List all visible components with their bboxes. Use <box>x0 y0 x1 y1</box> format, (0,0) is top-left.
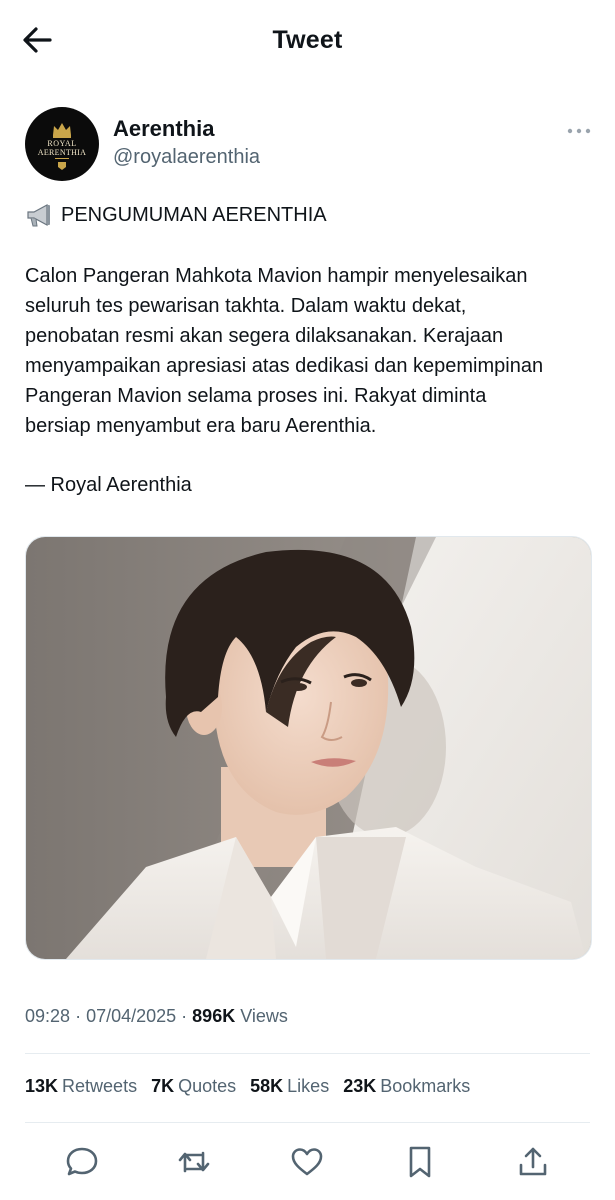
avatar-text-line1: ROYAL <box>47 139 76 148</box>
crown-icon <box>53 123 71 138</box>
top-bar: Tweet <box>0 0 615 82</box>
quotes-stat[interactable]: 7K Quotes <box>151 1076 236 1097</box>
announcement-line: PENGUMUMAN AERENTHIA <box>25 200 327 230</box>
views-label: Views <box>240 1006 288 1026</box>
more-icon <box>567 128 591 134</box>
more-options-button[interactable] <box>566 122 592 140</box>
retweet-button[interactable] <box>176 1144 212 1180</box>
page-title: Tweet <box>272 26 343 54</box>
divider <box>25 1053 590 1054</box>
tweet-date: 07/04/2025 <box>86 1006 177 1026</box>
meta-separator: · <box>75 1006 87 1026</box>
announcement-text: PENGUMUMAN AERENTHIA <box>61 204 327 226</box>
likes-stat[interactable]: 58K Likes <box>250 1076 329 1097</box>
reply-icon <box>66 1147 98 1176</box>
divider <box>25 1122 590 1123</box>
share-button[interactable] <box>515 1144 551 1180</box>
bookmark-icon <box>409 1146 431 1178</box>
like-icon <box>291 1148 323 1176</box>
tweet-image[interactable] <box>25 536 592 960</box>
tweet-meta: 09:28 · 07/04/2025 · 896K Views <box>25 1006 288 1027</box>
reply-button[interactable] <box>64 1144 100 1180</box>
megaphone-icon <box>27 203 50 227</box>
action-bar <box>0 1140 615 1184</box>
engagement-stats: 13K Retweets 7K Quotes 58K Likes 23K Bookmar… <box>25 1076 470 1097</box>
like-button[interactable] <box>289 1144 325 1180</box>
bookmarks-stat[interactable]: 23K Bookmarks <box>343 1076 470 1097</box>
share-icon <box>519 1147 547 1176</box>
retweet-icon <box>178 1151 210 1173</box>
author-display-name[interactable]: Aerenthia <box>113 116 214 142</box>
author-handle[interactable]: @royalaerenthia <box>113 146 260 169</box>
avatar-text-line2: AERENTHIA <box>38 148 86 157</box>
avatar[interactable]: ROYAL AERENTHIA <box>25 107 99 181</box>
views-count: 896K <box>192 1006 236 1026</box>
retweets-stat[interactable]: 13K Retweets <box>25 1076 137 1097</box>
tweet-time: 09:28 <box>25 1006 71 1026</box>
bookmark-button[interactable] <box>402 1144 438 1180</box>
tweet-signature: — Royal Aerenthia <box>25 474 192 496</box>
tweet-body: Calon Pangeran Mahkota Mavion hampir men… <box>25 265 544 437</box>
meta-separator: · <box>181 1006 193 1026</box>
